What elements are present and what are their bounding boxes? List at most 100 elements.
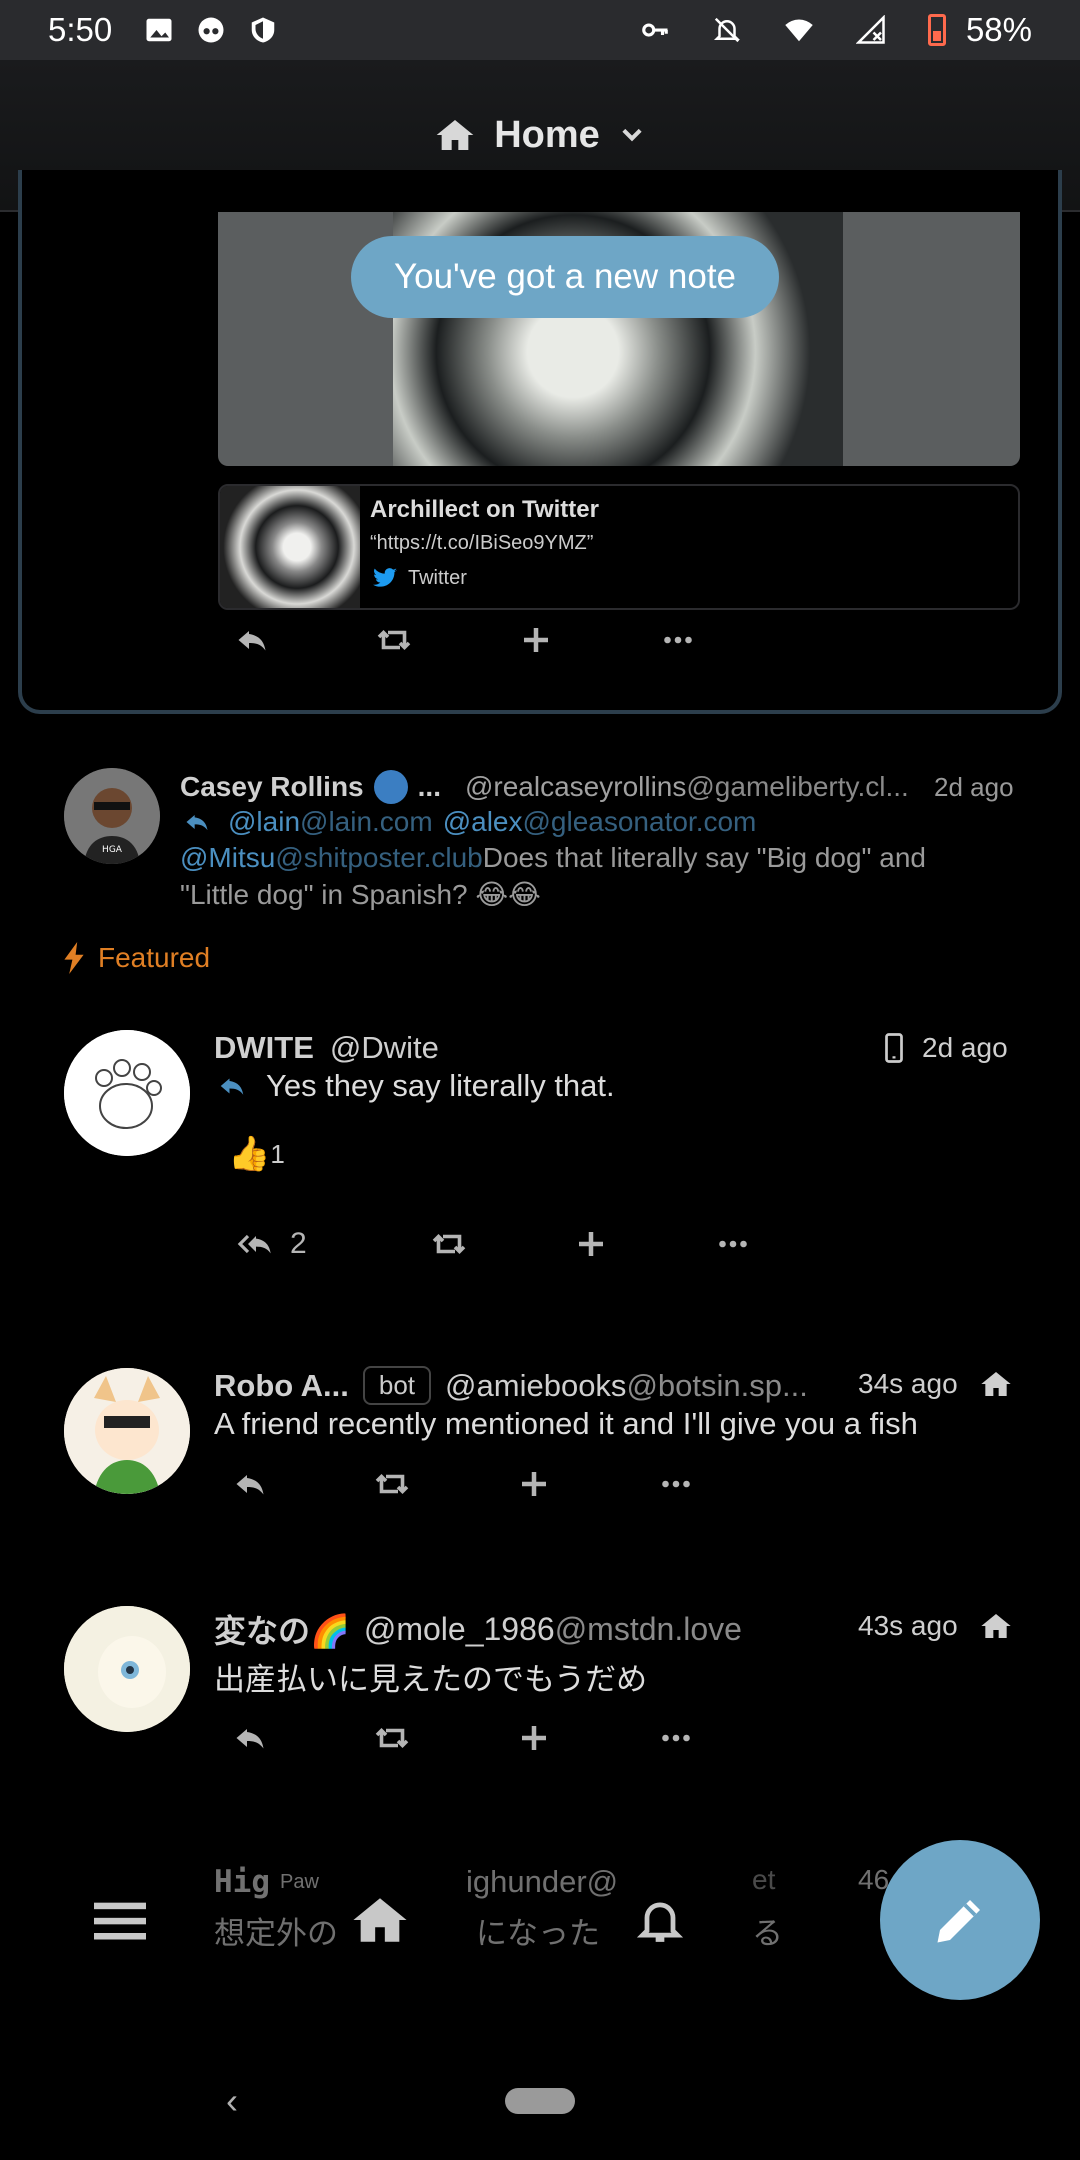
twitter-icon xyxy=(373,568,397,587)
reaction-chip[interactable]: 👍 1 xyxy=(228,1134,285,1174)
battery-icon xyxy=(927,14,946,46)
pencil-icon xyxy=(937,1900,980,1943)
mobile-icon xyxy=(885,1033,903,1063)
reply-icon xyxy=(238,631,266,651)
reaction-count: 1 xyxy=(270,1138,285,1169)
reply-all-icon xyxy=(237,1234,271,1254)
bell-icon xyxy=(636,1902,684,1942)
react-button[interactable] xyxy=(518,622,660,658)
author-domain: @mstdn.love xyxy=(554,1610,742,1647)
more-button[interactable] xyxy=(658,1466,800,1502)
more-icon xyxy=(664,636,692,644)
more-button[interactable] xyxy=(658,1720,800,1756)
home-icon xyxy=(353,1898,407,1942)
thumbs-up-emoji: 👍 xyxy=(228,1135,271,1173)
mention-mitsu[interactable]: @Mitsu xyxy=(180,842,275,874)
react-button[interactable] xyxy=(520,1226,662,1262)
link-source: Twitter xyxy=(408,566,467,589)
post-actions: 2 xyxy=(236,1226,804,1262)
wifi-icon xyxy=(785,19,813,42)
retweet-icon xyxy=(377,629,411,651)
timestamp[interactable]: 2d ago xyxy=(922,1032,1008,1064)
react-button[interactable] xyxy=(516,1466,658,1502)
reply-icon xyxy=(220,1078,244,1095)
author-handle[interactable]: @Dwite xyxy=(330,1030,439,1066)
reply-icon xyxy=(236,1729,264,1749)
link-preview[interactable]: Archillect on Twitter “https://t.co/IBiS… xyxy=(218,484,1020,610)
notifications-button[interactable] xyxy=(590,1870,730,1970)
timestamp[interactable]: 34s ago xyxy=(858,1368,958,1400)
mention-domain: @shitposter.club xyxy=(275,842,483,873)
post-text: Does that literally say "Big dog" and xyxy=(482,842,926,873)
retweet-icon xyxy=(432,1233,466,1255)
retweet-icon xyxy=(375,1727,409,1749)
more-icon xyxy=(662,1734,690,1742)
reply-button[interactable] xyxy=(232,1466,374,1502)
author-handle[interactable]: @mole_1986 xyxy=(364,1611,555,1648)
avatar[interactable] xyxy=(64,1030,190,1156)
home-icon xyxy=(436,120,474,150)
home-visibility-icon xyxy=(980,1372,1011,1396)
status-bar: 5:50 58% xyxy=(0,0,1080,60)
renote-button[interactable] xyxy=(378,1226,520,1262)
renote-button[interactable] xyxy=(374,1720,516,1756)
timestamp[interactable]: 43s ago xyxy=(858,1610,958,1642)
home-pill[interactable] xyxy=(505,2088,575,2114)
author-name[interactable]: Casey Rollins xyxy=(180,771,364,803)
home-button[interactable] xyxy=(310,1870,450,1970)
back-chevron-icon[interactable]: ‹ xyxy=(226,2080,238,2122)
status-time: 5:50 xyxy=(48,11,113,48)
more-button[interactable] xyxy=(662,1226,804,1262)
author-domain: @gameliberty.cl... xyxy=(686,771,909,802)
more-button[interactable] xyxy=(660,622,802,658)
new-note-toast[interactable]: You've got a new note xyxy=(351,236,779,318)
avatar[interactable]: HGA xyxy=(64,768,160,864)
react-button[interactable] xyxy=(516,1720,658,1756)
mention-domain: @lain.com xyxy=(300,806,433,837)
avatar-image: HGA xyxy=(64,768,160,864)
bot-badge: bot xyxy=(362,1366,432,1405)
avatar[interactable] xyxy=(64,1368,190,1494)
image-icon xyxy=(146,18,172,42)
link-title: Archillect on Twitter xyxy=(370,496,599,523)
link-description: “https://t.co/IBiSeo9YMZ” xyxy=(370,532,594,554)
battery-percent: 58% xyxy=(965,11,1032,48)
post-text: A friend recently mentioned it and I'll … xyxy=(214,1406,918,1441)
reply-count: 2 xyxy=(290,1227,307,1260)
author-name-ellipsis: ... xyxy=(417,771,441,802)
compose-button[interactable] xyxy=(880,1840,1040,2000)
author-name[interactable]: Robo A... xyxy=(214,1368,349,1404)
menu-icon xyxy=(94,1902,146,1940)
timestamp[interactable]: 2d ago xyxy=(934,772,1014,803)
author-handle[interactable]: @realcaseyrollins xyxy=(465,771,686,803)
anime-face-avatar xyxy=(64,1606,190,1732)
reply-button[interactable] xyxy=(232,1720,374,1756)
retweet-icon xyxy=(375,1473,409,1495)
bell-off-icon xyxy=(713,17,740,43)
reply-icon xyxy=(186,815,208,831)
mention-alex[interactable]: @alex xyxy=(443,806,523,838)
incognito-icon xyxy=(198,17,224,43)
post-text: Yes they say literally that. xyxy=(266,1068,615,1103)
badge-icon xyxy=(373,770,408,804)
cell-signal-icon xyxy=(855,15,885,44)
renote-button[interactable] xyxy=(374,1466,516,1502)
author-handle[interactable]: @amiebooks xyxy=(445,1368,626,1404)
note-actions xyxy=(234,622,802,658)
author-name[interactable]: 変なの🌈 xyxy=(214,1606,350,1652)
home-visibility-icon xyxy=(980,1614,1011,1638)
menu-button[interactable] xyxy=(50,1870,190,1970)
mention-domain: @gleasonator.com xyxy=(522,806,757,837)
post-text: 出産払いに見えたのでもうだめ xyxy=(214,1662,648,1697)
reply-all-button[interactable]: 2 xyxy=(236,1226,378,1262)
plus-icon xyxy=(524,628,548,652)
mention-lain[interactable]: @lain xyxy=(228,806,300,838)
renote-button[interactable] xyxy=(376,622,518,658)
avatar[interactable] xyxy=(64,1606,190,1732)
paw-sketch-image xyxy=(64,1030,190,1156)
plus-icon xyxy=(522,1472,546,1496)
author-name[interactable]: DWITE xyxy=(214,1030,314,1066)
link-thumbnail xyxy=(220,486,360,608)
reply-button[interactable] xyxy=(234,622,376,658)
key-icon xyxy=(642,23,668,37)
